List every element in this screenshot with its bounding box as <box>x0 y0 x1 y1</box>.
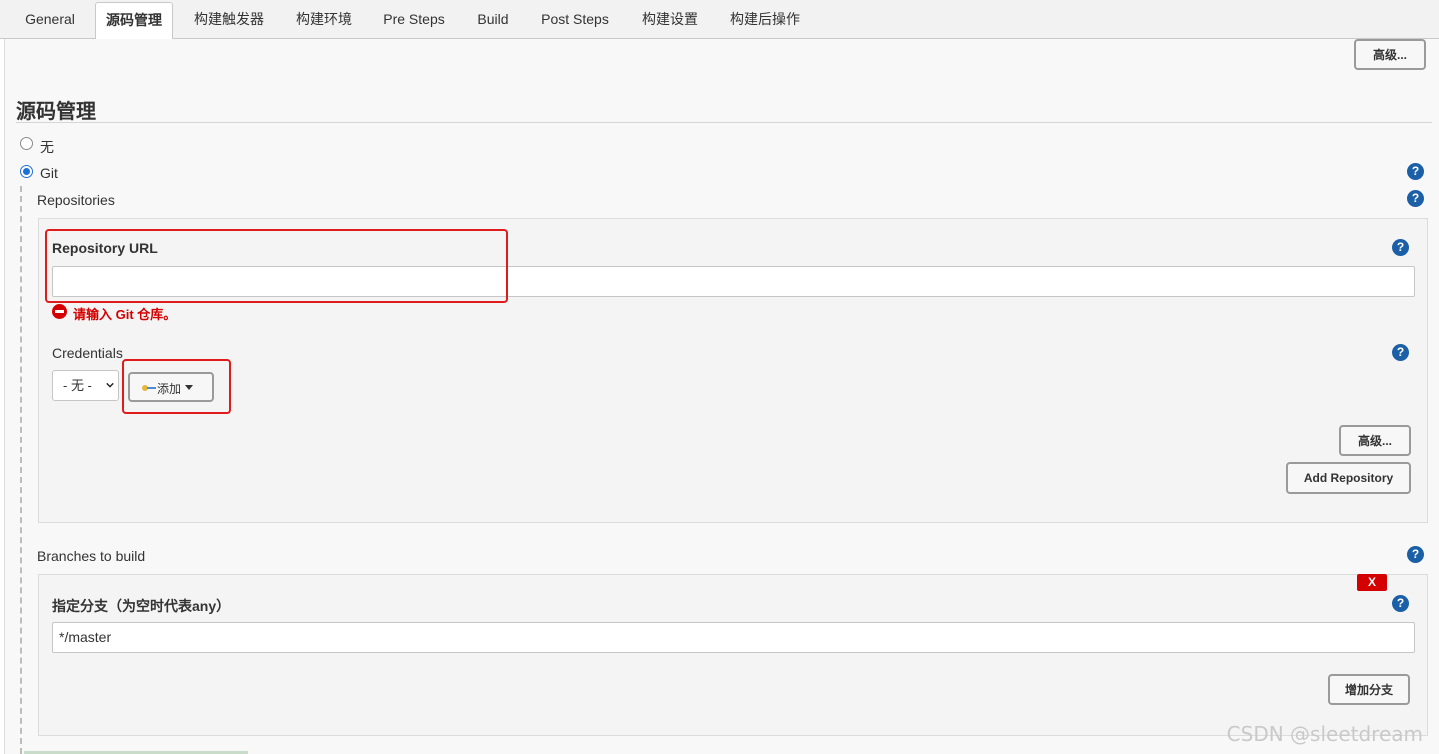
branch-specifier-input[interactable]: */master <box>52 622 1415 653</box>
add-branch-button[interactable]: 增加分支 <box>1328 674 1410 705</box>
branch-specifier-label: 指定分支（为空时代表any） <box>52 598 231 614</box>
repository-url-error: 请输入 Git 仓库。 <box>73 307 177 322</box>
scm-none-radio[interactable] <box>20 137 33 150</box>
tab-build-environment[interactable]: 构建环境 <box>286 2 362 39</box>
repositories-heading: Repositories <box>37 192 115 208</box>
tab-source-code-management[interactable]: 源码管理 <box>95 2 173 40</box>
repository-advanced-button[interactable]: 高级... <box>1339 425 1411 456</box>
repository-url-help-icon[interactable]: ? <box>1392 239 1409 256</box>
scm-git-label: Git <box>40 165 58 181</box>
scm-git-radio[interactable] <box>20 165 33 178</box>
top-advanced-button[interactable]: 高级... <box>1354 39 1426 70</box>
chevron-down-icon <box>106 382 114 388</box>
watermark: CSDN @sleetdream <box>1226 722 1423 746</box>
repository-url-highlight <box>45 229 508 303</box>
tab-general[interactable]: General <box>14 2 86 39</box>
add-repository-button[interactable]: Add Repository <box>1286 462 1411 494</box>
credentials-select[interactable]: - 无 - <box>52 370 119 401</box>
credentials-help-icon[interactable]: ? <box>1392 344 1409 361</box>
branches-heading: Branches to build <box>37 548 146 564</box>
tab-build-triggers[interactable]: 构建触发器 <box>184 2 274 39</box>
tab-pre-steps[interactable]: Pre Steps <box>373 2 455 39</box>
tab-build-settings[interactable]: 构建设置 <box>631 2 709 39</box>
scm-none-label: 无 <box>40 139 54 155</box>
tab-post-build-actions[interactable]: 构建后操作 <box>720 2 810 39</box>
repositories-help-icon[interactable]: ? <box>1407 190 1424 207</box>
add-credentials-highlight <box>122 359 231 414</box>
tab-post-steps[interactable]: Post Steps <box>531 2 619 39</box>
branch-specifier-help-icon[interactable]: ? <box>1392 595 1409 612</box>
credentials-selected-value: - 无 - <box>63 378 92 393</box>
git-help-icon[interactable]: ? <box>1407 163 1424 180</box>
main-panel: 高级... 源码管理 无 Git ? Repositories ? Reposi… <box>4 39 1439 754</box>
credentials-label: Credentials <box>52 345 123 361</box>
tab-build[interactable]: Build <box>466 2 520 39</box>
section-divider <box>16 122 1432 123</box>
branches-help-icon[interactable]: ? <box>1407 546 1424 563</box>
section-title: 源码管理 <box>16 101 96 123</box>
git-indent-guide <box>20 186 22 754</box>
delete-branch-button[interactable]: X <box>1357 574 1387 591</box>
tab-bar: General 源码管理 构建触发器 构建环境 Pre Steps Build … <box>0 0 1439 40</box>
branch-box: X 指定分支（为空时代表any） ? */master 增加分支 <box>38 574 1428 736</box>
error-icon <box>52 304 67 319</box>
